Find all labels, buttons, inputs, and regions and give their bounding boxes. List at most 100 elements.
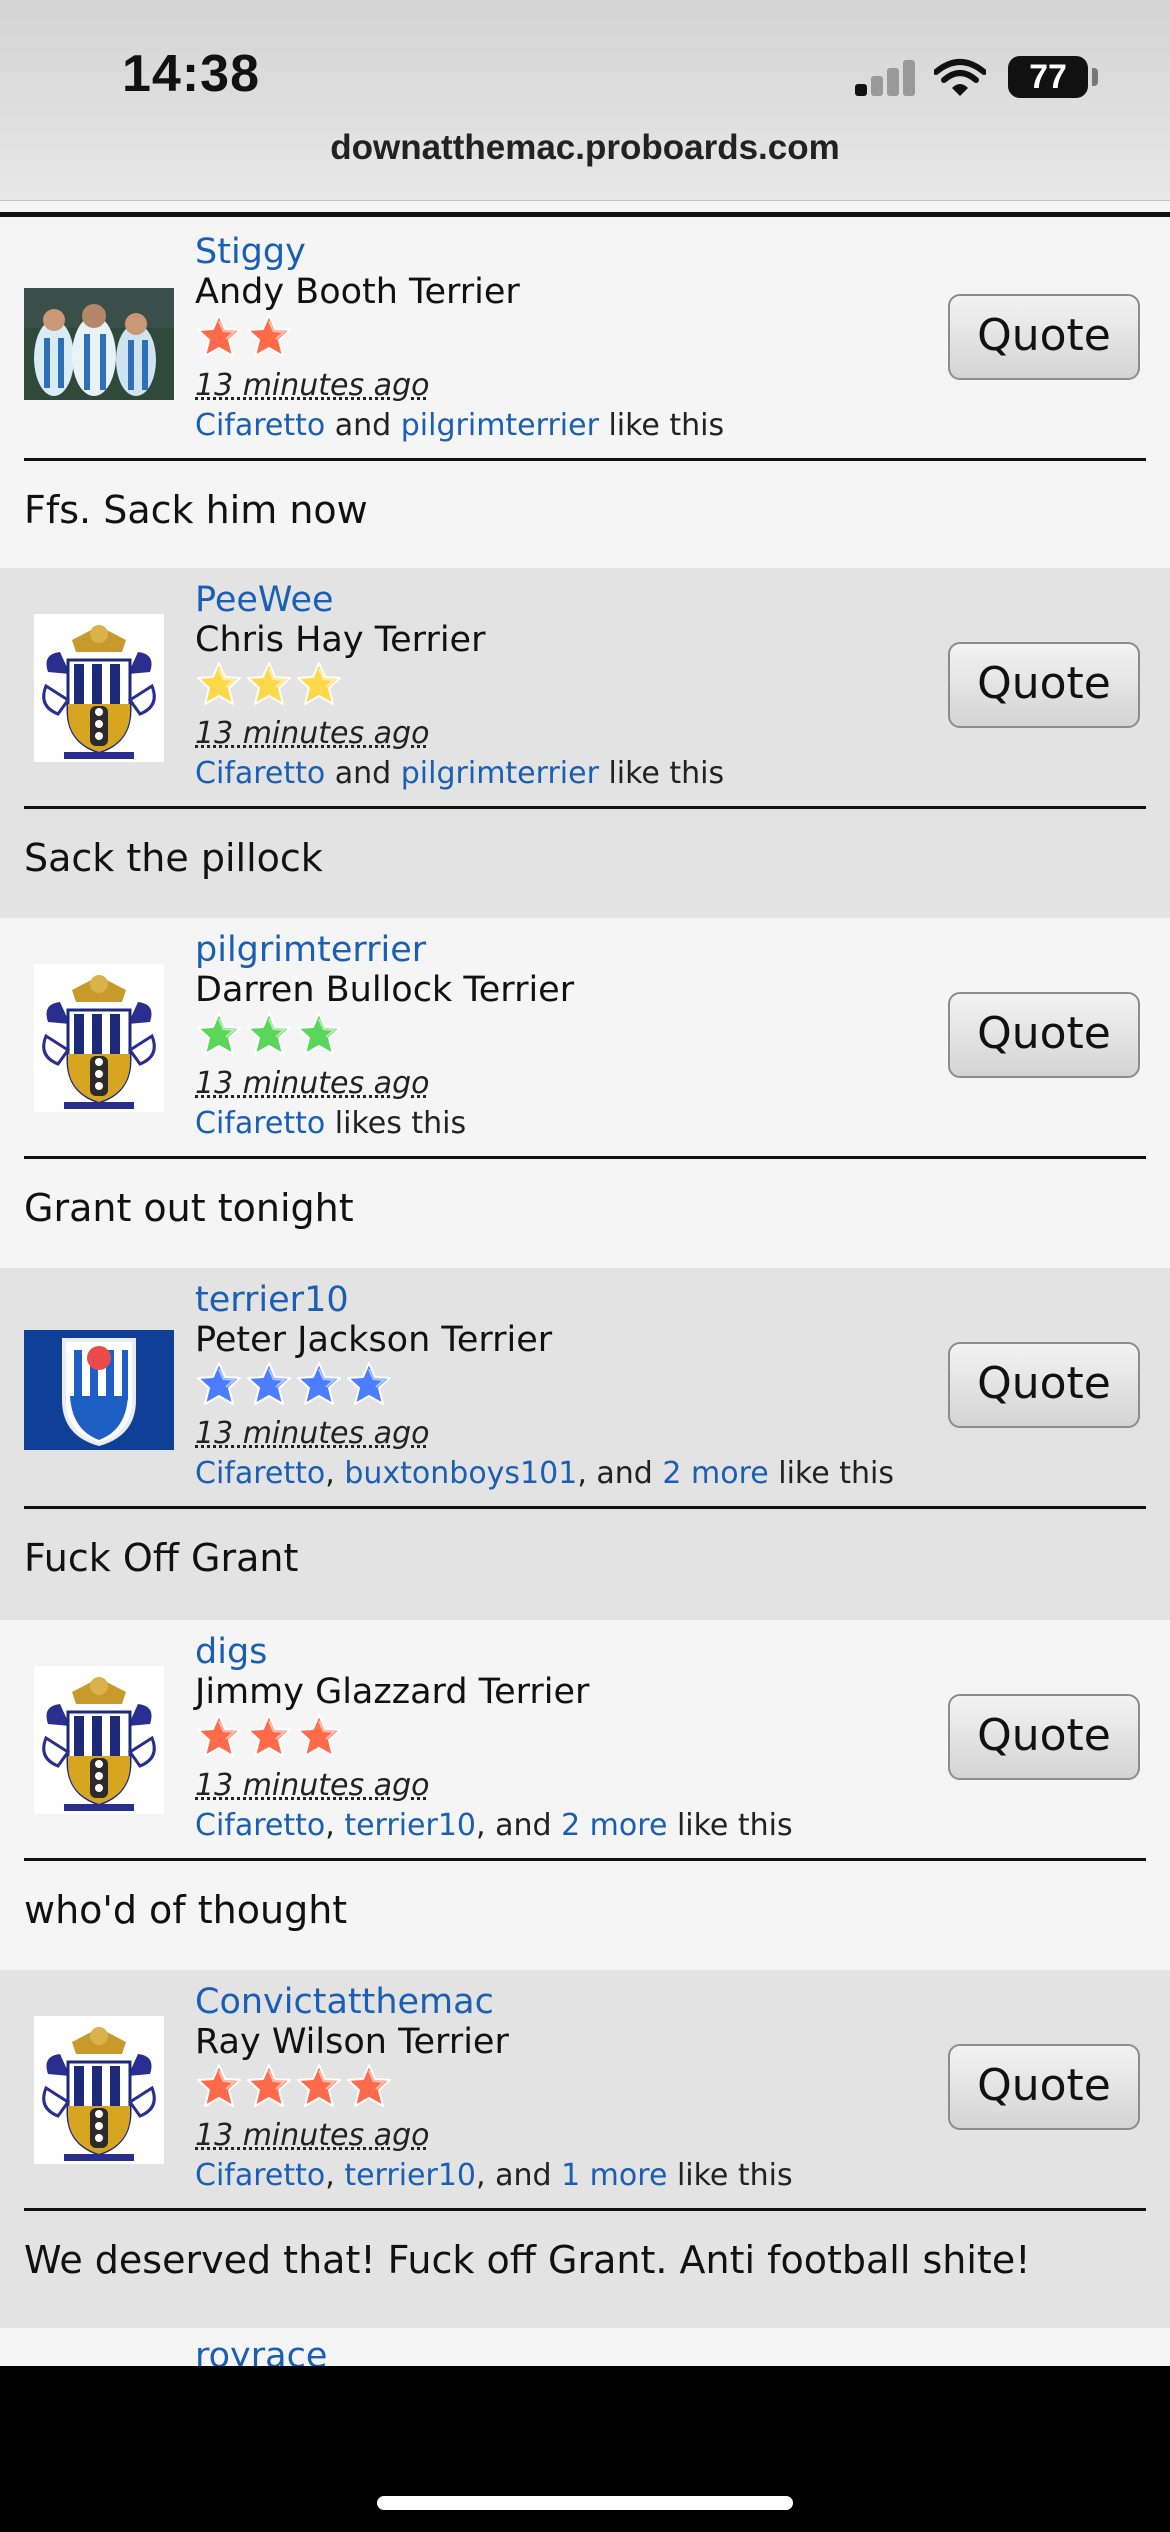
rank-star-icon — [295, 660, 343, 708]
quote-button[interactable]: Quote — [948, 2044, 1140, 2130]
top-divider — [0, 212, 1170, 217]
like-user-link[interactable]: Cifaretto — [195, 1808, 325, 1843]
post-time[interactable]: 13 minutes ago — [195, 1768, 429, 1803]
rank-star-icon — [245, 660, 293, 708]
wifi-icon — [934, 59, 986, 96]
post-divider — [24, 458, 1146, 461]
likes-more-link[interactable]: 2 more — [662, 1456, 768, 1491]
avatar[interactable] — [24, 964, 174, 1112]
rank-stars — [195, 1010, 343, 1058]
post-likes: Cifaretto, terrier10, and 1 more like th… — [195, 2158, 793, 2193]
likes-separator: , — [325, 1808, 345, 1843]
post-likes: Cifaretto, buxtonboys101, and 2 more lik… — [195, 1456, 894, 1491]
forum-post: terrier10 Peter Jackson Terrier 13 minutes… — [0, 1268, 1170, 1620]
forum-post: PeeWee Chris Hay Terrier 13 minutes ago Cif… — [0, 568, 1170, 918]
avatar[interactable] — [24, 614, 174, 762]
rank-star-icon — [295, 2062, 343, 2110]
like-user-link[interactable]: Cifaretto — [195, 1456, 325, 1491]
like-user-link[interactable]: Cifaretto — [195, 2158, 325, 2193]
post-time[interactable]: 13 minutes ago — [195, 1066, 429, 1101]
likes-suffix: like this — [667, 1808, 793, 1843]
likes-separator: , — [325, 1456, 345, 1491]
rank-stars — [195, 312, 293, 360]
user-rank: Chris Hay Terrier — [195, 620, 486, 660]
rank-star-icon — [195, 1360, 243, 1408]
post-message: We deserved that! Fuck off Grant. Anti f… — [24, 2238, 1031, 2282]
likes-separator: , and — [577, 1456, 663, 1491]
quote-button[interactable]: Quote — [948, 1694, 1140, 1780]
quote-button[interactable]: Quote — [948, 642, 1140, 728]
post-likes: Cifaretto and pilgrimterrier like this — [195, 408, 724, 443]
rank-stars — [195, 2062, 393, 2110]
post-message: Ffs. Sack him now — [24, 488, 368, 532]
battery-indicator: 77 — [1008, 56, 1088, 98]
post-time[interactable]: 13 minutes ago — [195, 1416, 429, 1451]
likes-separator: , — [325, 2158, 345, 2193]
user-rank: Peter Jackson Terrier — [195, 1320, 553, 1360]
home-indicator[interactable] — [377, 2496, 793, 2510]
browser-url[interactable]: downatthemac.proboards.com — [0, 128, 1170, 168]
likes-suffix: likes this — [325, 1106, 467, 1141]
likes-separator: , and — [476, 1808, 562, 1843]
like-user-link[interactable]: Cifaretto — [195, 408, 325, 443]
forum-post: digs Jimmy Glazzard Terrier 13 minutes ago… — [0, 1620, 1170, 1970]
cellular-signal-icon — [855, 60, 915, 96]
rank-star-icon — [195, 1010, 243, 1058]
avatar[interactable] — [24, 1330, 174, 1450]
likes-more-link[interactable]: 1 more — [561, 2158, 667, 2193]
user-rank: Andy Booth Terrier — [195, 272, 520, 312]
avatar[interactable] — [24, 2016, 174, 2164]
rank-star-icon — [245, 2062, 293, 2110]
forum-post: Stiggy Andy Booth Terrier 13 minutes ago Ci… — [0, 220, 1170, 568]
like-user-link[interactable]: Cifaretto — [195, 1106, 325, 1141]
post-message: who'd of thought — [24, 1888, 348, 1932]
post-message: Grant out tonight — [24, 1186, 354, 1230]
post-username[interactable]: digs — [195, 1632, 267, 1672]
rank-star-icon — [345, 2062, 393, 2110]
user-rank: Ray Wilson Terrier — [195, 2022, 509, 2062]
rank-stars — [195, 1360, 393, 1408]
post-divider — [24, 1156, 1146, 1159]
post-divider — [24, 2208, 1146, 2211]
post-username[interactable]: pilgrimterrier — [195, 930, 426, 970]
like-user-link[interactable]: buxtonboys101 — [344, 1456, 577, 1491]
post-time[interactable]: 13 minutes ago — [195, 368, 429, 403]
likes-suffix: like this — [768, 1456, 894, 1491]
quote-button[interactable]: Quote — [948, 1342, 1140, 1428]
post-username[interactable]: Convictatthemac — [195, 1982, 494, 2022]
quote-button[interactable]: Quote — [948, 294, 1140, 380]
likes-more-link[interactable]: 2 more — [561, 1808, 667, 1843]
avatar[interactable] — [24, 288, 174, 400]
rank-star-icon — [195, 1712, 243, 1760]
status-time: 14:38 — [122, 45, 260, 103]
post-time[interactable]: 13 minutes ago — [195, 2118, 429, 2153]
rank-star-icon — [295, 1712, 343, 1760]
likes-separator: and — [325, 756, 401, 791]
post-username[interactable]: terrier10 — [195, 1280, 349, 1320]
likes-suffix: like this — [598, 756, 725, 791]
forum-post: Convictatthemac Ray Wilson Terrier 13 minu… — [0, 1970, 1170, 2328]
rank-star-icon — [295, 1010, 343, 1058]
quote-button[interactable]: Quote — [948, 992, 1140, 1078]
like-user-link[interactable]: pilgrimterrier — [401, 408, 599, 443]
like-user-link[interactable]: terrier10 — [344, 1808, 476, 1843]
like-user-link[interactable]: terrier10 — [344, 2158, 476, 2193]
post-time[interactable]: 13 minutes ago — [195, 716, 429, 751]
rank-star-icon — [245, 1010, 293, 1058]
post-message: Fuck Off Grant — [24, 1536, 299, 1580]
avatar[interactable] — [24, 1666, 174, 1814]
status-bar: 14:38 77 downatthemac.proboards.com — [0, 0, 1170, 201]
forum-post: pilgrimterrier Darren Bullock Terrier 13 m… — [0, 918, 1170, 1268]
post-username[interactable]: Stiggy — [195, 232, 306, 272]
battery-tip — [1092, 68, 1098, 86]
post-username[interactable]: PeeWee — [195, 580, 334, 620]
like-user-link[interactable]: pilgrimterrier — [401, 756, 599, 791]
post-divider — [24, 1858, 1146, 1861]
rank-star-icon — [195, 2062, 243, 2110]
likes-suffix: like this — [598, 408, 725, 443]
rank-star-icon — [245, 312, 293, 360]
like-user-link[interactable]: Cifaretto — [195, 756, 325, 791]
rank-star-icon — [195, 660, 243, 708]
rank-star-icon — [245, 1360, 293, 1408]
user-rank: Jimmy Glazzard Terrier — [195, 1672, 590, 1712]
